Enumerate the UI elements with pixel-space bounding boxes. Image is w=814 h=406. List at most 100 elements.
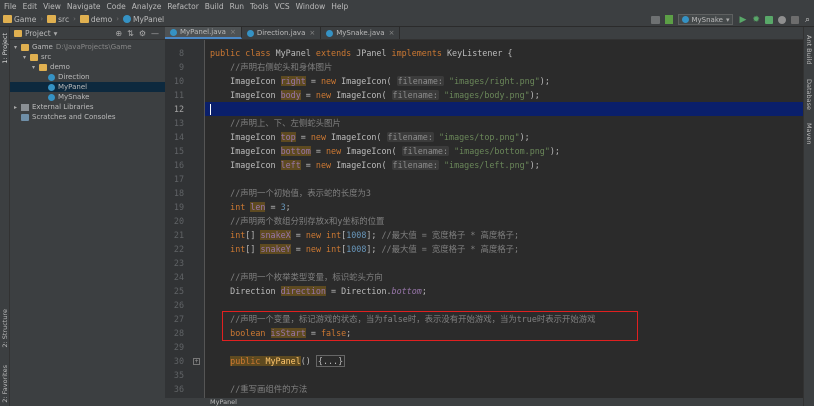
menu-item-help[interactable]: Help [331, 2, 348, 11]
menu-item-vcs[interactable]: VCS [274, 2, 289, 11]
folder-icon [3, 15, 12, 23]
project-tree: ▾ Game D:\JavaProjects\Game ▾ src ▾ demo Direct… [10, 40, 165, 122]
tool-tab-favorites[interactable]: 2: Favorites [1, 365, 9, 403]
menu-item-edit[interactable]: Edit [23, 2, 38, 11]
chevron-down-icon[interactable]: ▾ [54, 29, 58, 38]
tab-mysnake[interactable]: MySnake.java × [321, 27, 401, 39]
expand-arrow-icon[interactable]: ▸ [14, 104, 21, 111]
search-icon[interactable]: ⌕ [805, 15, 810, 25]
tool-tab-database[interactable]: Database [805, 79, 813, 110]
close-icon[interactable]: × [309, 29, 315, 37]
tool-tab-structure[interactable]: 2: Structure [1, 309, 9, 348]
tree-item-label: Direction [58, 73, 90, 81]
menu-item-refactor[interactable]: Refactor [167, 2, 198, 11]
minimize-icon[interactable]: — [151, 29, 159, 38]
expand-arrow-icon[interactable]: ▾ [32, 64, 39, 71]
class-icon [48, 73, 55, 81]
close-icon[interactable]: × [389, 29, 395, 37]
status-bar: MyPanel [165, 398, 803, 406]
menu-item-file[interactable]: File [4, 2, 17, 11]
line-number: 8 [178, 48, 184, 58]
breadcrumb-separator: › [116, 15, 119, 23]
line-number: 12 [173, 104, 184, 114]
menu-item-navigate[interactable]: Navigate [67, 2, 101, 11]
menu-item-code[interactable]: Code [107, 2, 126, 11]
profile-icon[interactable] [777, 15, 786, 24]
code-line: //声明右侧蛇头和身体图片 [230, 62, 333, 72]
gear-icon[interactable]: ⚙ [139, 29, 146, 38]
class-icon [326, 29, 334, 37]
expand-arrow-icon[interactable]: ▾ [23, 54, 30, 61]
tool-tab-project[interactable]: 1: Project [1, 33, 9, 64]
line-number: 17 [173, 174, 184, 184]
hammer-icon[interactable] [664, 15, 673, 24]
tab-direction[interactable]: Direction.java × [242, 27, 322, 39]
code-line: int[] snakeY = new int[1008]; //最大值 = 宽度… [230, 244, 520, 254]
tree-item-mypanel[interactable]: MyPanel [10, 82, 165, 92]
code-line: public MyPanel() {...} [230, 355, 346, 367]
line-number: 21 [173, 230, 184, 240]
tab-label: MyPanel.java [180, 28, 226, 36]
menu-item-view[interactable]: View [43, 2, 61, 11]
code-editor[interactable]: public class MyPanel extends JPanel impl… [205, 40, 803, 398]
class-icon [170, 28, 177, 36]
line-number: 35 [173, 370, 184, 380]
expand-arrow-icon[interactable]: ▾ [14, 44, 21, 51]
breadcrumb-src[interactable]: src [47, 15, 69, 24]
breadcrumb-demo[interactable]: demo [79, 15, 112, 24]
line-number: 27 [173, 314, 184, 324]
tree-item-label: Game [32, 43, 53, 51]
line-number: 22 [173, 244, 184, 254]
folder-icon [21, 43, 29, 51]
line-number: 15 [173, 146, 184, 156]
line-number: 14 [173, 132, 184, 142]
code-line: //声明一个枚举类型变量，标识蛇头方向 [230, 272, 383, 282]
line-number: 36 [173, 384, 184, 394]
tree-item-src[interactable]: ▾ src [10, 52, 165, 62]
collapse-icon[interactable]: ⇅ [127, 29, 134, 38]
menu-item-window[interactable]: Window [296, 2, 326, 11]
toolbar-right: MySnake ▾ ▶ ✹ ⌕ [646, 14, 810, 25]
fold-expand-icon[interactable]: + [193, 358, 200, 365]
tree-item-scratches-and-consoles[interactable]: Scratches and Consoles [10, 112, 165, 122]
folder-icon [30, 53, 38, 61]
run-icon[interactable]: ▶ [739, 15, 746, 25]
class-icon [48, 83, 55, 91]
tool-tab-maven[interactable]: Maven [805, 123, 813, 145]
tree-item-path: D:\JavaProjects\Game [55, 43, 132, 51]
project-panel-actions: ⊕ ⇅ ⚙ — [110, 29, 159, 38]
locate-icon[interactable]: ⊕ [115, 29, 122, 38]
breadcrumb-game[interactable]: Game [3, 15, 36, 24]
code-line: ImageIcon body = new ImageIcon( filename… [210, 90, 540, 100]
stop-icon[interactable] [790, 15, 799, 24]
run-config-select[interactable]: MySnake ▾ [677, 14, 734, 25]
tree-item-direction[interactable]: Direction [10, 72, 165, 82]
tree-item-game[interactable]: ▾ Game D:\JavaProjects\Game [10, 42, 165, 52]
menu-item-run[interactable]: Run [230, 2, 244, 11]
scratch-icon [21, 113, 29, 121]
tool-tab-ant-build[interactable]: Ant Build [805, 35, 813, 65]
line-number-gutter: 8 9 10 11 12 13 14 15 16 17 18 19 20 21 22 23 24 25 26 27 28… [165, 40, 205, 398]
tab-mypanel[interactable]: MyPanel.java × [165, 27, 242, 39]
menu-item-tools[interactable]: Tools [250, 2, 268, 11]
code-line-current [205, 102, 803, 116]
tree-item-demo[interactable]: ▾ demo [10, 62, 165, 72]
menu-item-analyze[interactable]: Analyze [132, 2, 162, 11]
tree-item-mysnake[interactable]: MySnake [10, 92, 165, 102]
debug-icon[interactable]: ✹ [752, 15, 760, 25]
code-line: ImageIcon bottom = new ImageIcon( filena… [210, 146, 560, 156]
coverage-icon[interactable] [764, 15, 773, 24]
tree-item-label: src [41, 53, 52, 61]
menu-item-build[interactable]: Build [205, 2, 224, 11]
tree-item-external-libraries[interactable]: ▸ External Libraries [10, 102, 165, 112]
breadcrumb-mypanel[interactable]: MyPanel [123, 15, 164, 24]
breadcrumb-separator: › [73, 15, 76, 23]
class-icon [681, 16, 689, 23]
line-number: 9 [178, 62, 184, 72]
structure-icon[interactable] [650, 15, 660, 24]
close-icon[interactable]: × [230, 28, 236, 36]
folder-icon [39, 63, 47, 71]
